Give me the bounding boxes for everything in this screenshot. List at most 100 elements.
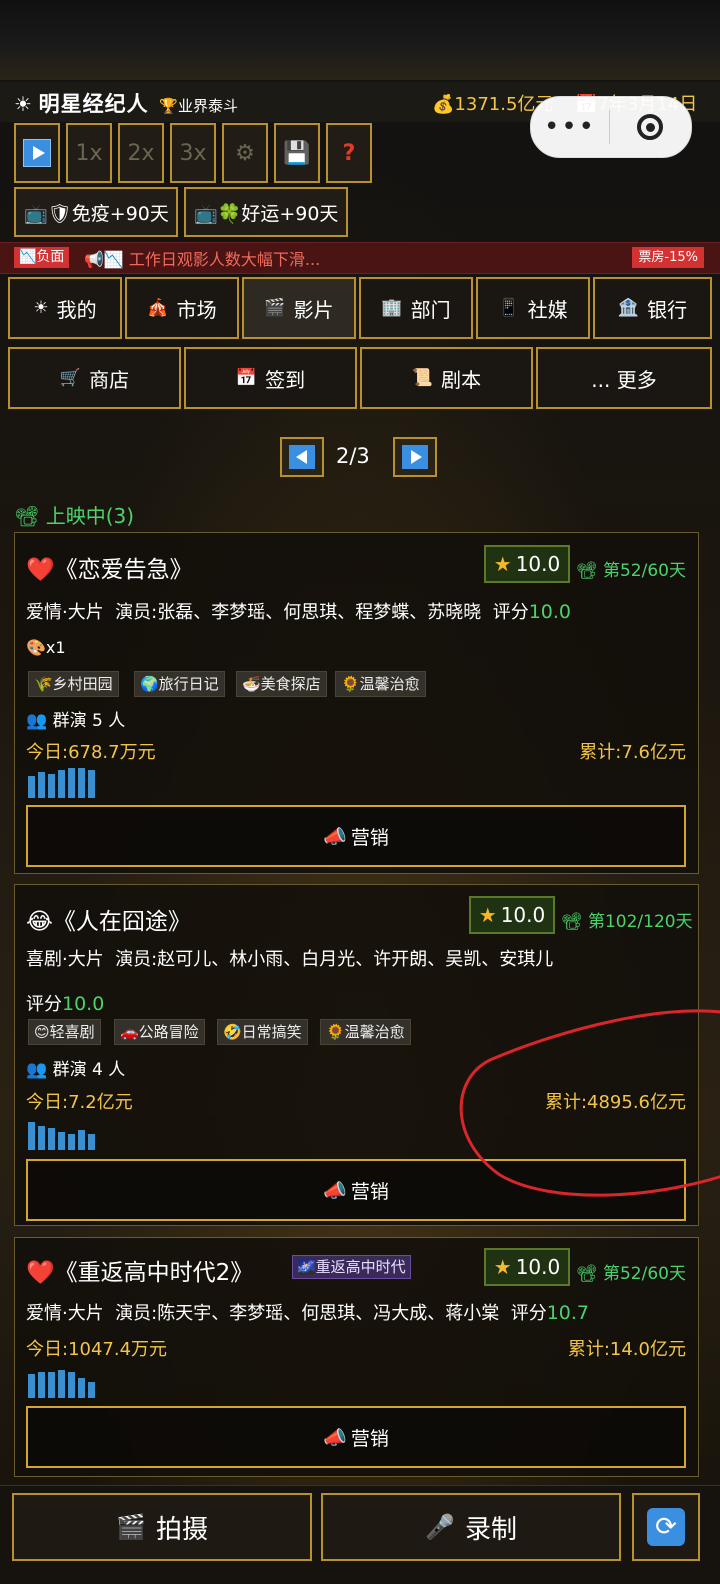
sparkline-bar — [48, 774, 55, 798]
now-showing-title: 📽 上映中(3) — [14, 504, 135, 528]
sparkline-bar — [58, 1132, 65, 1150]
sparkline-bar — [28, 1374, 35, 1398]
nav-script[interactable]: 📜 剧本 — [360, 347, 533, 409]
nav-checkin[interactable]: 📅 签到 — [184, 347, 357, 409]
megaphone-icon: 📣 — [323, 825, 347, 848]
extra-count: 🎨x1 — [26, 638, 66, 657]
movie-title: ❤️《重返高中时代2》 — [26, 1260, 254, 1286]
speed-1x-button[interactable]: 1x — [66, 123, 112, 183]
record-button[interactable]: 🎤 录制 — [321, 1493, 621, 1561]
today-revenue: 今日:1047.4万元 — [26, 1339, 168, 1360]
help-button[interactable]: ? — [326, 123, 372, 183]
negative-badge: 📉负面 — [14, 247, 70, 268]
buff-luck[interactable]: 📺🍀好运+90天 — [184, 187, 348, 237]
play-button[interactable] — [14, 123, 60, 183]
genre-tag: 🍜美食探店 — [236, 671, 327, 697]
buff-immunity[interactable]: 📺🛡免疫+90天 — [14, 187, 178, 237]
revenue-sparkline — [28, 1120, 98, 1150]
sparkline-bar — [68, 768, 75, 798]
today-revenue: 今日:7.2亿元 — [26, 1092, 133, 1113]
revenue-sparkline — [28, 768, 98, 798]
speed-2x-button[interactable]: 2x — [118, 123, 164, 183]
shoot-button[interactable]: 🎬 拍摄 — [12, 1493, 312, 1561]
sun-icon: ☀ — [14, 92, 32, 116]
genre-tag: 🚗公路冒险 — [114, 1019, 205, 1045]
sparkline-bar — [28, 1122, 35, 1150]
genre-tag: 🌻温馨治愈 — [320, 1019, 411, 1045]
revenue-sparkline — [28, 1368, 98, 1398]
sparkline-bar — [38, 1372, 45, 1398]
movie-info-line: 爱情·大片 演员:张磊、李梦瑶、何思琪、程梦蝶、苏晓晓 评分10.0 — [26, 601, 572, 623]
screening-day: 📽 第52/60天 — [576, 561, 686, 581]
movie-title: ❤️《恋爱告急》 — [26, 557, 193, 583]
left-arrow-icon — [289, 445, 315, 469]
screening-day: 📽 第102/120天 — [561, 912, 693, 932]
sparkline-bar — [78, 768, 85, 798]
sparkline-bar — [38, 1126, 45, 1150]
nav-bank[interactable]: 🏦 银行 — [593, 277, 712, 339]
genre-tag: 🌾乡村田园 — [28, 671, 119, 697]
nav-shop[interactable]: 🛒 商店 — [8, 347, 181, 409]
clapperboard-icon: 🎬 — [116, 1513, 146, 1541]
more-menu-icon[interactable]: ••• — [531, 97, 609, 157]
nav-more[interactable]: ... 更多 — [536, 347, 712, 409]
nav-social[interactable]: 📱 社媒 — [476, 277, 590, 339]
sparkline-bar — [78, 1378, 85, 1398]
nav-films[interactable]: 🎬 影片 — [242, 277, 356, 339]
nav-department[interactable]: 🏢 部门 — [359, 277, 473, 339]
rank-badge: 🏆业界泰斗 — [159, 97, 239, 115]
movie-info-line: 爱情·大片 演员:陈天宇、李梦瑶、何思琪、冯大成、蒋小棠 评分10.7 — [26, 1302, 590, 1324]
sparkline-bar — [48, 1372, 55, 1398]
genre-tag: 😊轻喜剧 — [28, 1019, 101, 1045]
right-arrow-icon — [402, 445, 428, 469]
sparkline-bar — [38, 772, 45, 798]
marketing-button[interactable]: 📣 营销 — [26, 1159, 686, 1221]
app-title: ☀ 明星经纪人 🏆业界泰斗 — [14, 92, 239, 116]
total-revenue: 累计:4895.6亿元 — [544, 1092, 686, 1113]
page-indicator: 2/3 — [336, 444, 370, 468]
miniprogram-capsule: ••• — [530, 96, 692, 158]
total-revenue: 累计:14.0亿元 — [567, 1339, 686, 1360]
extras-count: 👥 群演 4 人 — [26, 1060, 126, 1080]
prev-page-button[interactable] — [280, 437, 324, 477]
trophy-icon: 🏆 — [159, 97, 178, 115]
speed-3x-button[interactable]: 3x — [170, 123, 216, 183]
next-page-button[interactable] — [393, 437, 437, 477]
series-badge: 🌌重返高中时代 — [292, 1255, 411, 1279]
settings-button[interactable]: ⚙ — [222, 123, 268, 183]
extras-count: 👥 群演 5 人 — [26, 711, 126, 731]
save-button[interactable]: 💾 — [274, 123, 320, 183]
movie-info-line: 喜剧·大片 演员:赵可儿、林小雨、白月光、许开朗、吴凯、安琪儿 — [26, 949, 554, 970]
close-miniprogram-icon[interactable] — [610, 114, 690, 140]
sparkline-bar — [28, 776, 35, 798]
sparkline-bar — [58, 770, 65, 798]
total-revenue: 累计:7.6亿元 — [579, 742, 686, 763]
sparkline-bar — [48, 1128, 55, 1150]
nav-mine[interactable]: ☀ 我的 — [8, 277, 122, 339]
rating-badge: ★ 10.0 — [469, 896, 555, 934]
refresh-button[interactable]: ⟳ — [632, 1493, 700, 1561]
box-office-effect-badge: 票房-15% — [632, 247, 704, 268]
movie-title: 😂《人在囧途》 — [26, 909, 191, 935]
star-icon: ★ — [493, 1255, 512, 1279]
marketing-button[interactable]: 📣 营销 — [26, 1406, 686, 1468]
genre-tag: 🌻温馨治愈 — [335, 671, 426, 697]
movie-score: 评分10.0 — [26, 993, 105, 1015]
ticker-text[interactable]: 📢📉 工作日观影人数大幅下滑... — [84, 246, 320, 270]
megaphone-icon: 📣 — [323, 1179, 347, 1202]
genre-tag: 🤣日常搞笑 — [217, 1019, 308, 1045]
marketing-button[interactable]: 📣 营销 — [26, 805, 686, 867]
nav-market[interactable]: 🎪 市场 — [125, 277, 239, 339]
sparkline-bar — [78, 1130, 85, 1150]
star-icon: ★ — [493, 552, 512, 576]
genre-tag: 🌍旅行日记 — [134, 671, 225, 697]
today-revenue: 今日:678.7万元 — [26, 742, 156, 763]
microphone-icon: 🎤 — [425, 1513, 455, 1541]
megaphone-icon: 📣 — [323, 1426, 347, 1449]
rating-badge: ★ 10.0 — [484, 1248, 570, 1286]
sparkline-bar — [68, 1372, 75, 1398]
sparkline-bar — [68, 1134, 75, 1150]
star-icon: ★ — [478, 903, 497, 927]
screening-day: 📽 第52/60天 — [576, 1264, 686, 1284]
sparkline-bar — [58, 1370, 65, 1398]
